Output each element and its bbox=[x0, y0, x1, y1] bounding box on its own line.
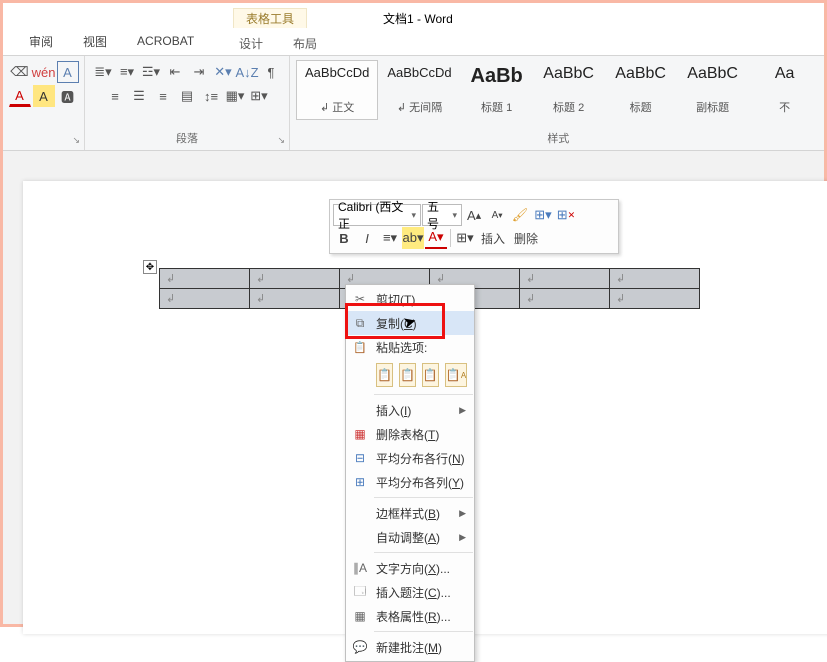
caption-icon: 🗔 bbox=[352, 582, 368, 603]
ctx-insert[interactable]: 插入(I)▶ bbox=[346, 398, 474, 422]
document-title: 文档1 - Word bbox=[383, 10, 453, 27]
table-tools-label: 表格工具 bbox=[233, 8, 307, 28]
style-3[interactable]: AaBbC标题 2 bbox=[533, 60, 605, 120]
format-painter-icon[interactable]: 🖌 bbox=[509, 204, 531, 226]
style-0[interactable]: AaBbCcDd↲ 正文 bbox=[296, 60, 378, 120]
mini-toolbar: Calibri (西文正▾ 五号▾ A▴ A▾ 🖌 ⊞▾ ⊞✕ B I ≡▾ a… bbox=[329, 199, 619, 254]
paste-merge-formatting[interactable]: 📋 bbox=[399, 363, 416, 387]
comment-icon: 💬 bbox=[352, 640, 368, 654]
increase-indent-icon[interactable]: ⇥ bbox=[188, 61, 210, 83]
font-selector[interactable]: Calibri (西文正▾ bbox=[333, 204, 421, 226]
tab-review[interactable]: 审阅 bbox=[23, 29, 59, 54]
scissors-icon bbox=[352, 292, 368, 306]
dialog-launcher-icon[interactable]: ↘ bbox=[72, 135, 80, 146]
tab-design[interactable]: 设计 bbox=[233, 31, 269, 56]
text-dir-icon: ∥A bbox=[352, 561, 368, 575]
ctx-copy[interactable]: 复制(C) bbox=[346, 311, 474, 335]
paste-keep-formatting[interactable]: 📋 bbox=[376, 363, 393, 387]
char-border-icon[interactable]: A bbox=[57, 61, 79, 83]
numbering-icon[interactable]: ≡▾ bbox=[116, 61, 138, 83]
highlight-icon[interactable]: ab▾ bbox=[402, 227, 424, 249]
delete-button[interactable]: 删除 bbox=[510, 227, 542, 249]
ctx-cut[interactable]: 剪切(T) bbox=[346, 287, 474, 311]
dist-rows-icon: ⊟ bbox=[352, 451, 368, 465]
tab-layout[interactable]: 布局 bbox=[287, 31, 323, 56]
sort-icon[interactable]: A↓Z bbox=[236, 61, 258, 83]
style-2[interactable]: AaBb标题 1 bbox=[461, 60, 533, 120]
highlight-icon[interactable]: A bbox=[33, 85, 55, 107]
align-right-icon[interactable]: ≡ bbox=[152, 85, 174, 107]
size-selector[interactable]: 五号▾ bbox=[422, 204, 462, 226]
paste-picture[interactable]: 📋 bbox=[422, 363, 439, 387]
show-marks-icon[interactable]: ¶ bbox=[260, 61, 282, 83]
bold-icon[interactable]: B bbox=[333, 227, 355, 249]
align-left-icon[interactable]: ≡ bbox=[104, 85, 126, 107]
paste-icon bbox=[352, 340, 368, 354]
table-move-handle[interactable]: ✥ bbox=[143, 260, 157, 274]
copy-icon bbox=[352, 316, 368, 331]
align-center-icon[interactable]: ☰ bbox=[128, 85, 150, 107]
clear-format-icon[interactable]: ⌫ bbox=[9, 61, 31, 83]
table-insert-icon[interactable]: ⊞▾ bbox=[532, 204, 554, 226]
ctx-paste-options-label: 粘贴选项: bbox=[346, 335, 474, 359]
style-1[interactable]: AaBbCcDd↲ 无间隔 bbox=[378, 60, 460, 120]
style-5[interactable]: AaBbC副标题 bbox=[677, 60, 749, 120]
line-spacing-icon[interactable]: ↕≡ bbox=[200, 85, 222, 107]
paste-text-only[interactable]: 📋A bbox=[445, 363, 467, 387]
ctx-border-style[interactable]: 边框样式(B)▶ bbox=[346, 501, 474, 525]
table-delete-icon[interactable]: ⊞✕ bbox=[555, 204, 577, 226]
shading-icon[interactable]: ▦▾ bbox=[224, 85, 246, 107]
styles-group-label: 样式 bbox=[547, 130, 569, 146]
multilevel-icon[interactable]: ☲▾ bbox=[140, 61, 162, 83]
insert-button[interactable]: 插入 bbox=[477, 227, 509, 249]
style-6[interactable]: Aa不 bbox=[749, 60, 821, 120]
paragraph-group-label: 段落 bbox=[176, 130, 198, 146]
align-icon[interactable]: ≡▾ bbox=[379, 227, 401, 249]
borders-icon[interactable]: ⊞▾ bbox=[248, 85, 270, 107]
ctx-autofit[interactable]: 自动调整(A)▶ bbox=[346, 525, 474, 549]
shrink-font-icon[interactable]: A▾ bbox=[486, 204, 508, 226]
context-menu: 剪切(T) 复制(C) 粘贴选项: 📋 📋 📋 📋A 插入(I)▶ ▦删除表格(… bbox=[345, 284, 475, 662]
ctx-distribute-cols[interactable]: ⊞平均分布各列(Y) bbox=[346, 470, 474, 494]
tab-view[interactable]: 视图 bbox=[77, 29, 113, 54]
font-color-icon[interactable]: A▾ bbox=[425, 227, 447, 249]
ctx-new-comment[interactable]: 💬新建批注(M) bbox=[346, 635, 474, 659]
tab-acrobat[interactable]: ACROBAT bbox=[131, 30, 200, 52]
char-shading-icon[interactable]: 🅰 bbox=[57, 85, 79, 107]
shading-icon[interactable]: ⊞▾ bbox=[454, 227, 476, 249]
justify-icon[interactable]: ▤ bbox=[176, 85, 198, 107]
phonetic-icon[interactable]: wén bbox=[33, 61, 55, 83]
delete-table-icon: ▦ bbox=[352, 427, 368, 441]
props-icon: ▦ bbox=[352, 609, 368, 623]
style-4[interactable]: AaBbC标题 bbox=[605, 60, 677, 120]
italic-icon[interactable]: I bbox=[356, 227, 378, 249]
asian-layout-icon[interactable]: ✕▾ bbox=[212, 61, 234, 83]
decrease-indent-icon[interactable]: ⇤ bbox=[164, 61, 186, 83]
ctx-table-properties[interactable]: ▦表格属性(R)... bbox=[346, 604, 474, 628]
grow-font-icon[interactable]: A▴ bbox=[463, 204, 485, 226]
dialog-launcher-icon[interactable]: ↘ bbox=[277, 135, 285, 146]
ctx-insert-caption[interactable]: 🗔插入题注(C)... bbox=[346, 580, 474, 604]
font-color-icon[interactable]: A bbox=[9, 85, 31, 107]
bullets-icon[interactable]: ≣▾ bbox=[92, 61, 114, 83]
dist-cols-icon: ⊞ bbox=[352, 475, 368, 489]
ctx-delete-table[interactable]: ▦删除表格(T) bbox=[346, 422, 474, 446]
ctx-distribute-rows[interactable]: ⊟平均分布各行(N) bbox=[346, 446, 474, 470]
ctx-text-direction[interactable]: ∥A文字方向(X)... bbox=[346, 556, 474, 580]
